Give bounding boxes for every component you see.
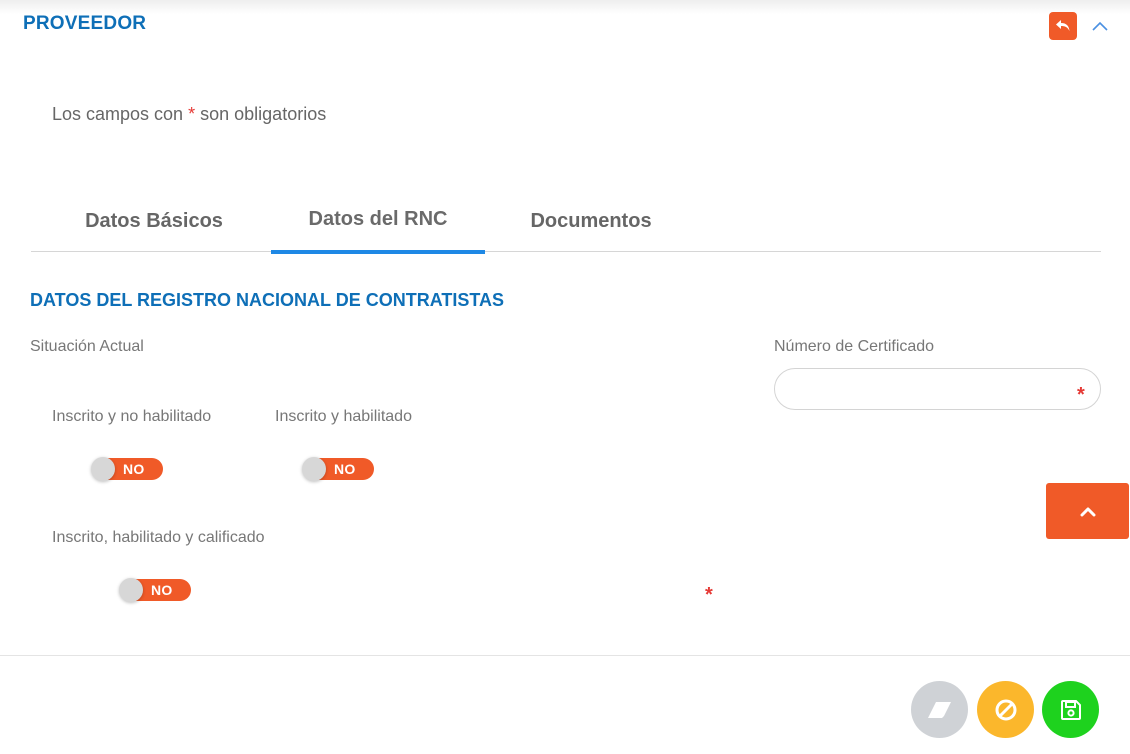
option-label-no-habilitado: Inscrito y no habilitado — [52, 408, 212, 425]
scroll-to-top-button[interactable] — [1046, 483, 1129, 539]
tab-bar: Datos Básicos Datos del RNC Documentos — [31, 190, 1101, 254]
toggle-text: NO — [123, 461, 145, 477]
cancel-button[interactable] — [977, 681, 1034, 738]
ban-icon — [995, 699, 1016, 720]
toggle-knob — [302, 457, 326, 481]
situacion-actual-label: Situación Actual — [30, 338, 144, 355]
required-star: * — [1077, 384, 1085, 406]
numero-certificado-label: Número de Certificado — [774, 338, 935, 355]
required-note-suffix: son obligatorios — [200, 104, 327, 124]
tab-label: Documentos — [530, 209, 652, 232]
numero-certificado-input[interactable] — [774, 368, 1101, 410]
toggle-knob — [91, 457, 115, 481]
tab-datos-rnc[interactable]: Datos del RNC — [271, 190, 485, 254]
toggle-text: NO — [334, 461, 356, 477]
tab-label: Datos del RNC — [308, 207, 448, 230]
floppy-disk-icon — [1060, 699, 1081, 720]
toggle-text: NO — [151, 582, 173, 598]
required-fields-note: Los campos con * son obligatorios — [52, 104, 326, 125]
option-label-calificado: Inscrito, habilitado y calificado — [52, 529, 265, 546]
toggle-knob — [119, 578, 143, 602]
chevron-up-icon[interactable] — [1090, 18, 1110, 34]
tab-label: Datos Básicos — [85, 209, 223, 232]
header-shadow — [0, 0, 1130, 14]
eraser-icon — [927, 701, 951, 718]
page-title: PROVEEDOR — [23, 13, 147, 34]
back-button[interactable] — [1049, 12, 1077, 40]
option-label-habilitado: Inscrito y habilitado — [275, 408, 412, 425]
chevron-up-icon — [1080, 507, 1095, 517]
tab-documentos[interactable]: Documentos — [511, 190, 671, 252]
clear-button[interactable] — [911, 681, 968, 738]
section-title: DATOS DEL REGISTRO NACIONAL DE CONTRATIS… — [30, 290, 505, 310]
footer-divider — [0, 655, 1130, 656]
save-button[interactable] — [1042, 681, 1099, 738]
tab-datos-basicos[interactable]: Datos Básicos — [61, 190, 247, 252]
undo-arrow-icon — [1056, 20, 1070, 31]
required-note-prefix: Los campos con — [52, 104, 184, 124]
toggle-calificado[interactable]: NO — [119, 578, 191, 602]
required-note-star: * — [188, 104, 196, 124]
toggle-habilitado[interactable]: NO — [302, 457, 374, 481]
required-star: * — [705, 584, 713, 606]
toggle-no-habilitado[interactable]: NO — [91, 457, 163, 481]
